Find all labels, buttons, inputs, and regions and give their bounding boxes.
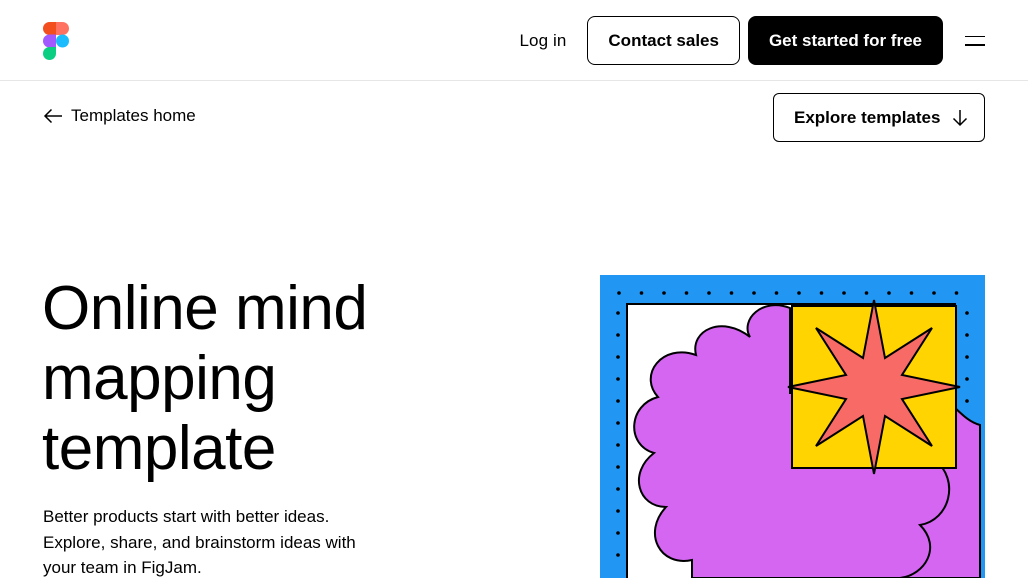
border-dot	[684, 291, 689, 295]
border-dot	[965, 333, 969, 337]
border-dot	[639, 291, 644, 295]
border-dot	[965, 355, 969, 359]
border-dot	[774, 291, 779, 295]
page-title: Online mind mapping template	[42, 274, 368, 483]
arrow-left-icon	[43, 108, 62, 124]
contact-sales-button[interactable]: Contact sales	[587, 16, 740, 65]
border-dot	[616, 465, 620, 469]
border-dot	[819, 291, 824, 295]
border-dot	[887, 291, 891, 295]
border-dot	[965, 399, 969, 403]
border-dot	[842, 291, 846, 295]
border-dot	[616, 487, 620, 491]
hamburger-menu-icon[interactable]	[965, 35, 985, 46]
border-dot	[954, 291, 959, 295]
border-dot	[616, 421, 620, 425]
border-dot	[616, 553, 620, 557]
border-dot	[617, 291, 621, 295]
explore-label: Explore templates	[794, 107, 941, 127]
get-started-button[interactable]: Get started for free	[747, 16, 943, 65]
border-dot	[932, 291, 936, 295]
border-dot	[864, 291, 869, 295]
border-dot	[616, 509, 620, 513]
breadcrumb-label: Templates home	[71, 106, 196, 125]
border-dot	[797, 291, 801, 295]
top-nav-bar: Log in Contact sales Get started for fre…	[0, 0, 1028, 81]
hero-illustration	[600, 275, 985, 578]
arrow-down-icon	[953, 109, 968, 126]
login-link[interactable]: Log in	[519, 31, 566, 51]
border-dot	[616, 443, 620, 447]
mind-map-illustration-icon	[600, 275, 985, 578]
border-dot	[965, 377, 969, 381]
border-dot	[616, 355, 620, 359]
breadcrumb-templates-home[interactable]: Templates home	[43, 106, 196, 126]
border-dot	[616, 399, 620, 403]
border-dot	[707, 291, 711, 295]
border-dot	[752, 291, 756, 295]
border-dot	[965, 311, 969, 315]
border-dot	[616, 311, 620, 315]
border-dot	[662, 291, 666, 295]
header-actions: Log in Contact sales Get started for fre…	[519, 16, 985, 65]
figma-logo-icon[interactable]	[43, 22, 69, 60]
border-dot	[616, 377, 620, 381]
explore-templates-button[interactable]: Explore templates	[773, 93, 985, 142]
border-dot	[616, 333, 620, 337]
border-dot	[909, 291, 914, 295]
border-dot	[616, 531, 620, 535]
border-dot	[729, 291, 734, 295]
hero-description: Better products start with better ideas.…	[43, 507, 356, 577]
